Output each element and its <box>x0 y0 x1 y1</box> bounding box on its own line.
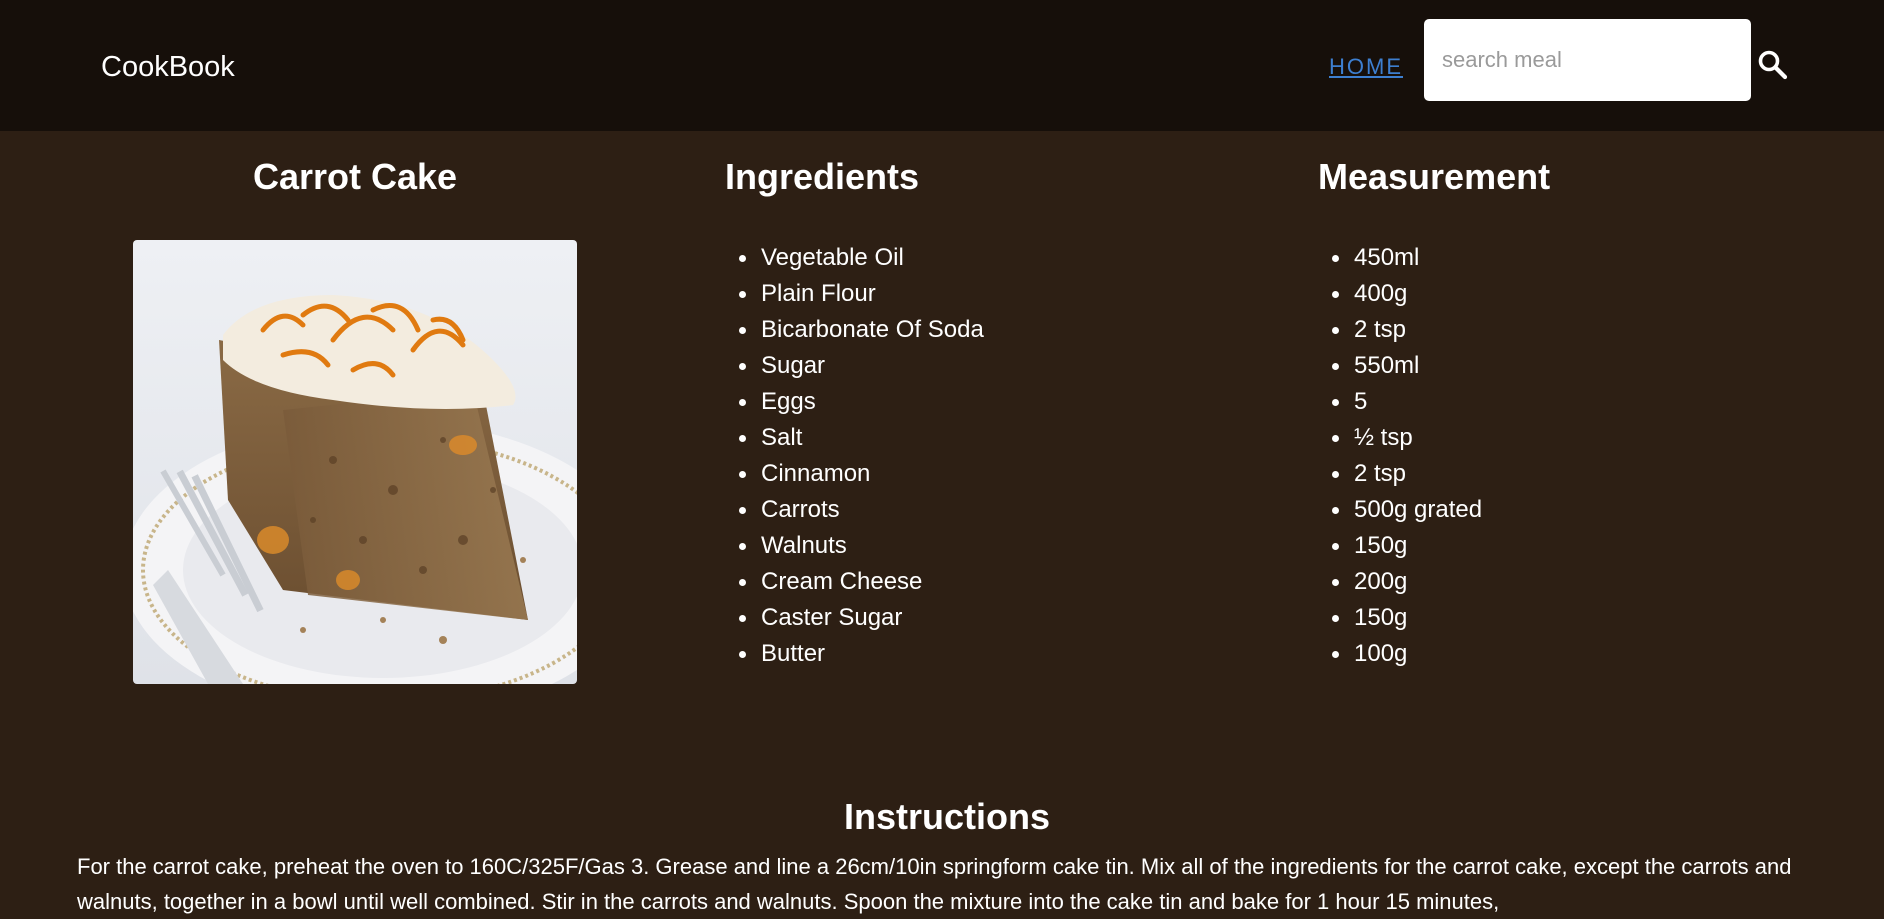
search-button[interactable] <box>1757 49 1789 81</box>
ingredient-item: Salt <box>725 420 984 456</box>
instructions-heading: Instructions <box>843 796 1050 837</box>
ingredient-item: Bicarbonate Of Soda <box>725 312 984 348</box>
measurements-list: 450ml 400g 2 tsp 550ml 5 ½ tsp 2 tsp 500g grate… <box>1318 240 1482 672</box>
brand-logo[interactable]: CookBook <box>101 50 235 84</box>
ingredient-item: Butter <box>725 636 984 672</box>
recipe-title: Carrot Cake <box>252 156 458 197</box>
ingredient-item: Cinnamon <box>725 456 984 492</box>
measurement-item: 450ml <box>1318 240 1482 276</box>
measurement-item: 150g <box>1318 528 1482 564</box>
top-navbar: CookBook HOME <box>0 0 1884 131</box>
measurement-item: 2 tsp <box>1318 456 1482 492</box>
ingredient-item: Cream Cheese <box>725 564 984 600</box>
measurement-item: 200g <box>1318 564 1482 600</box>
recipe-image <box>133 240 577 684</box>
measurement-item: 5 <box>1318 384 1482 420</box>
measurement-item: 550ml <box>1318 348 1482 384</box>
ingredient-item: Carrots <box>725 492 984 528</box>
instructions-text: For the carrot cake, preheat the oven to… <box>77 854 1792 914</box>
ingredients-heading: Ingredients <box>725 156 920 197</box>
nav-home-link[interactable]: HOME <box>1329 54 1403 80</box>
measurement-item: 2 tsp <box>1318 312 1482 348</box>
ingredient-item: Eggs <box>725 384 984 420</box>
ingredient-item: Caster Sugar <box>725 600 984 636</box>
measurement-item: 400g <box>1318 276 1482 312</box>
measurement-item: ½ tsp <box>1318 420 1482 456</box>
ingredients-list: Vegetable Oil Plain Flour Bicarbonate Of S… <box>725 240 984 672</box>
search-icon <box>1758 50 1788 80</box>
measurement-item: 100g <box>1318 636 1482 672</box>
measurement-item: 150g <box>1318 600 1482 636</box>
ingredient-item: Walnuts <box>725 528 984 564</box>
measurement-item: 500g grated <box>1318 492 1482 528</box>
ingredient-item: Sugar <box>725 348 984 384</box>
ingredient-item: Vegetable Oil <box>725 240 984 276</box>
carrot-cake-photo <box>133 240 577 684</box>
ingredient-item: Plain Flour <box>725 276 984 312</box>
measurement-heading: Measurement <box>1318 156 1551 197</box>
search-input[interactable] <box>1424 19 1751 101</box>
